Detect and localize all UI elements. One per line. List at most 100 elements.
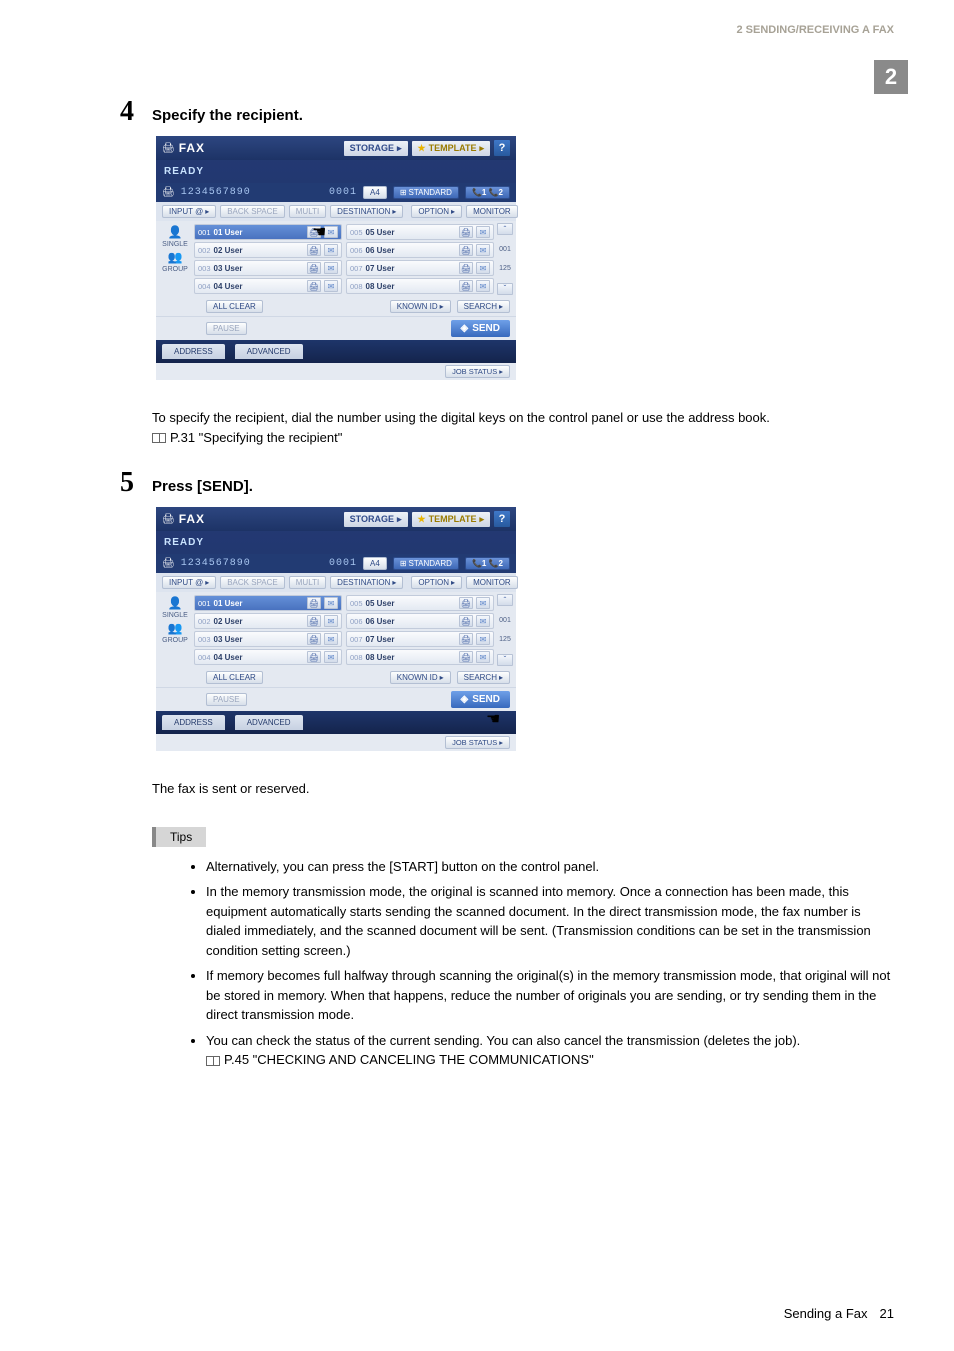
mail-dest-icon[interactable]: ✉ bbox=[476, 633, 490, 645]
known-id-button[interactable]: KNOWN ID ▸ bbox=[390, 300, 451, 313]
list-item[interactable]: 00404 User🖨✉ bbox=[194, 278, 342, 294]
single-label: SINGLE bbox=[162, 612, 188, 619]
mail-dest-icon[interactable]: ✉ bbox=[324, 244, 338, 256]
fax-dest-icon[interactable]: 🖨 bbox=[307, 244, 321, 256]
advanced-tab[interactable]: ADVANCED bbox=[235, 344, 303, 359]
send-button[interactable]: ◈SEND bbox=[451, 320, 511, 337]
standard-button[interactable]: ⊞ STANDARD bbox=[393, 557, 459, 570]
job-status-button[interactable]: JOB STATUS ▸ bbox=[445, 365, 510, 378]
destination-button[interactable]: DESTINATION ▸ bbox=[330, 205, 403, 218]
mail-dest-icon[interactable]: ✉ bbox=[324, 597, 338, 609]
scroll-down-icon[interactable]: ˇ bbox=[497, 654, 513, 666]
mail-dest-icon[interactable]: ✉ bbox=[476, 262, 490, 274]
send-button[interactable]: ◈SEND bbox=[451, 691, 511, 708]
search-button[interactable]: SEARCH ▸ bbox=[457, 671, 510, 684]
list-item[interactable]: 00404 User🖨✉ bbox=[194, 649, 342, 665]
list-item[interactable]: 00303 User🖨✉ bbox=[194, 260, 342, 276]
step-4-desc: To specify the recipient, dial the numbe… bbox=[152, 410, 770, 425]
all-clear-button[interactable]: ALL CLEAR bbox=[206, 300, 263, 313]
scroll-down-icon[interactable]: ˇ bbox=[497, 283, 513, 295]
fax-dest-icon[interactable]: 🖨 bbox=[307, 633, 321, 645]
pause-button[interactable]: PAUSE bbox=[206, 693, 247, 706]
backspace-button[interactable]: BACK SPACE bbox=[220, 205, 285, 218]
address-list: 👤 SINGLE 👥 GROUP 00101 User🖨✉ 00202 User… bbox=[156, 221, 516, 297]
fax-dest-icon[interactable]: 🖨 bbox=[459, 651, 473, 663]
storage-button[interactable]: STORAGE ▸ bbox=[344, 141, 408, 156]
address-tab[interactable]: ADDRESS bbox=[162, 715, 225, 730]
fax-dest-icon[interactable]: 🖨 bbox=[307, 651, 321, 663]
list-item[interactable]: 00808 User🖨✉ bbox=[346, 649, 494, 665]
fax-dest-icon[interactable]: 🖨 bbox=[459, 615, 473, 627]
list-item[interactable]: 00707 User🖨✉ bbox=[346, 260, 494, 276]
list-item[interactable]: 00202 User🖨✉ bbox=[194, 242, 342, 258]
tip-item: If memory becomes full halfway through s… bbox=[206, 966, 894, 1025]
fax-dest-icon[interactable]: 🖨 bbox=[307, 280, 321, 292]
mail-dest-icon[interactable]: ✉ bbox=[324, 615, 338, 627]
list-item[interactable]: 00505 User🖨✉ bbox=[346, 224, 494, 240]
mail-dest-icon[interactable]: ✉ bbox=[476, 244, 490, 256]
list-item[interactable]: 00808 User🖨✉ bbox=[346, 278, 494, 294]
all-clear-button[interactable]: ALL CLEAR bbox=[206, 671, 263, 684]
template-button[interactable]: ★TEMPLATE ▸ bbox=[412, 141, 490, 156]
input-button[interactable]: INPUT @ ▸ bbox=[162, 576, 216, 589]
multi-button[interactable]: MULTI bbox=[289, 205, 326, 218]
fax-dest-icon[interactable]: 🖨 bbox=[459, 633, 473, 645]
list-item[interactable]: 00303 User🖨✉ bbox=[194, 631, 342, 647]
mail-dest-icon[interactable]: ✉ bbox=[324, 651, 338, 663]
address-tab[interactable]: ADDRESS bbox=[162, 344, 225, 359]
fax-dest-icon[interactable]: 🖨 bbox=[307, 597, 321, 609]
fax-dest-icon[interactable]: 🖨 bbox=[307, 615, 321, 627]
template-button[interactable]: ★TEMPLATE ▸ bbox=[412, 512, 490, 527]
mail-dest-icon[interactable]: ✉ bbox=[324, 226, 338, 238]
list-item[interactable]: 00606 User🖨✉ bbox=[346, 242, 494, 258]
mail-dest-icon[interactable]: ✉ bbox=[476, 615, 490, 627]
line-indicator: 📞1 📞2 bbox=[465, 186, 510, 199]
group-icon[interactable]: 👥 bbox=[168, 621, 183, 635]
search-button[interactable]: SEARCH ▸ bbox=[457, 300, 510, 313]
input-button[interactable]: INPUT @ ▸ bbox=[162, 205, 216, 218]
mail-dest-icon[interactable]: ✉ bbox=[324, 262, 338, 274]
mail-dest-icon[interactable]: ✉ bbox=[476, 597, 490, 609]
job-status-button[interactable]: JOB STATUS ▸ bbox=[445, 736, 510, 749]
storage-button[interactable]: STORAGE ▸ bbox=[344, 512, 408, 527]
option-button[interactable]: OPTION ▸ bbox=[411, 205, 462, 218]
mail-dest-icon[interactable]: ✉ bbox=[476, 226, 490, 238]
fax-dest-icon[interactable]: 🖨 bbox=[459, 244, 473, 256]
mail-dest-icon[interactable]: ✉ bbox=[476, 651, 490, 663]
list-item[interactable]: 00101 User🖨✉ bbox=[194, 595, 342, 611]
fax-dest-icon[interactable]: 🖨 bbox=[459, 597, 473, 609]
standard-button[interactable]: ⊞ STANDARD bbox=[393, 186, 459, 199]
monitor-button[interactable]: MONITOR bbox=[466, 576, 518, 589]
list-item[interactable]: 00202 User🖨✉ bbox=[194, 613, 342, 629]
mail-dest-icon[interactable]: ✉ bbox=[476, 280, 490, 292]
backspace-button[interactable]: BACK SPACE bbox=[220, 576, 285, 589]
single-icon[interactable]: 👤 bbox=[168, 596, 183, 610]
destination-button[interactable]: DESTINATION ▸ bbox=[330, 576, 403, 589]
help-button[interactable]: ? bbox=[494, 511, 510, 527]
scroll-up-icon[interactable]: ˆ bbox=[497, 594, 513, 606]
fax-dest-icon[interactable]: 🖨 bbox=[307, 262, 321, 274]
pause-button[interactable]: PAUSE bbox=[206, 322, 247, 335]
single-icon[interactable]: 👤 bbox=[168, 225, 183, 239]
mail-dest-icon[interactable]: ✉ bbox=[324, 280, 338, 292]
scroll-up-icon[interactable]: ˆ bbox=[497, 223, 513, 235]
fax-dest-icon[interactable]: 🖨 bbox=[459, 226, 473, 238]
option-button[interactable]: OPTION ▸ bbox=[411, 576, 462, 589]
multi-button[interactable]: MULTI bbox=[289, 576, 326, 589]
help-button[interactable]: ? bbox=[494, 140, 510, 156]
seq-display: 0001 bbox=[329, 558, 357, 569]
fax-dest-icon[interactable]: 🖨 bbox=[307, 226, 321, 238]
list-item[interactable]: 00606 User🖨✉ bbox=[346, 613, 494, 629]
list-item[interactable]: 00505 User🖨✉ bbox=[346, 595, 494, 611]
list-item[interactable]: 00101 User🖨✉ bbox=[194, 224, 342, 240]
mail-dest-icon[interactable]: ✉ bbox=[324, 633, 338, 645]
advanced-tab[interactable]: ADVANCED bbox=[235, 715, 303, 730]
step-5-title: Press [SEND]. bbox=[152, 478, 253, 495]
monitor-button[interactable]: MONITOR bbox=[466, 205, 518, 218]
fax-dest-icon[interactable]: 🖨 bbox=[459, 262, 473, 274]
fax-dest-icon[interactable]: 🖨 bbox=[459, 280, 473, 292]
known-id-button[interactable]: KNOWN ID ▸ bbox=[390, 671, 451, 684]
list-item[interactable]: 00707 User🖨✉ bbox=[346, 631, 494, 647]
tip-item: You can check the status of the current … bbox=[206, 1031, 894, 1070]
group-icon[interactable]: 👥 bbox=[168, 250, 183, 264]
